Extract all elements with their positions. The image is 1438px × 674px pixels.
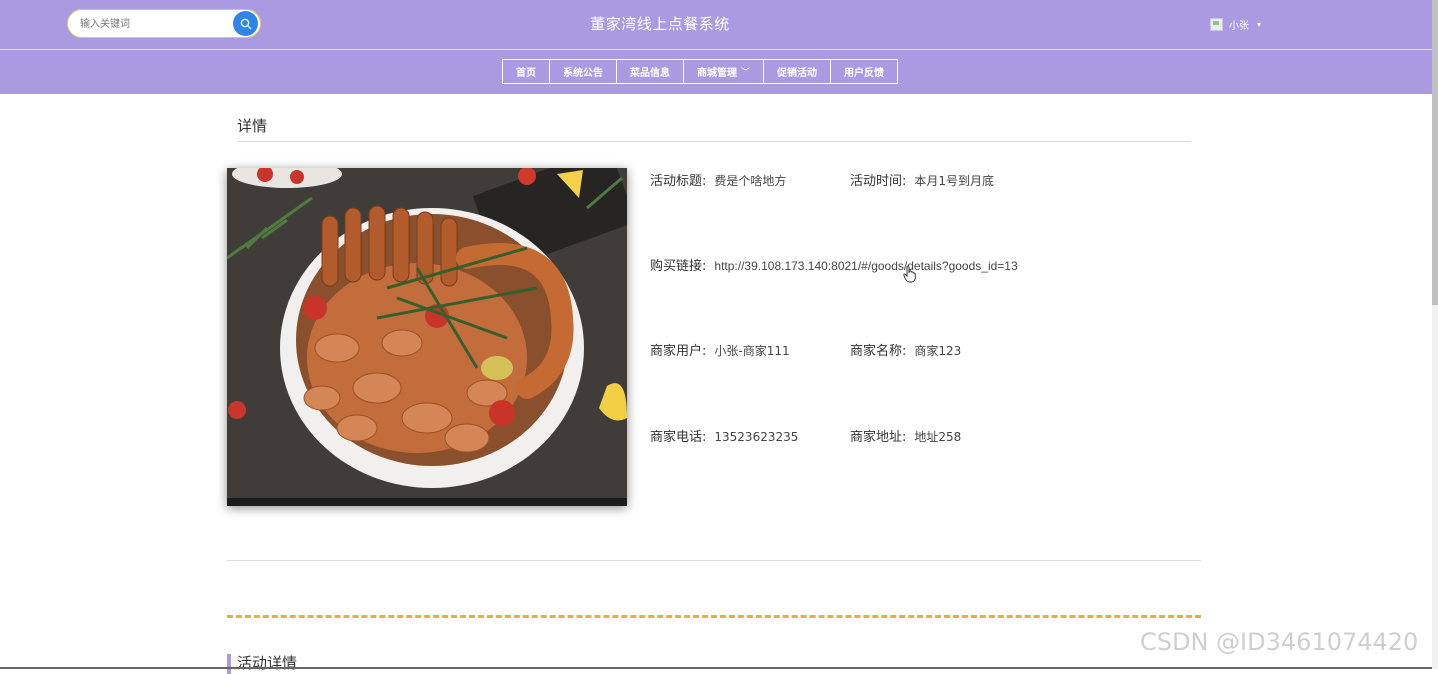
- search-input[interactable]: [80, 16, 230, 32]
- watermark: CSDN @ID3461074420: [1140, 628, 1419, 656]
- user-menu[interactable]: 小张 ▾: [1210, 16, 1261, 32]
- field-label: 活动标题:: [650, 174, 707, 189]
- field-label: 商家地址:: [850, 430, 907, 445]
- field-value: 小张-商家111: [714, 344, 790, 358]
- nav-item-label: 系统公告: [563, 68, 603, 79]
- nav-item-label: 菜品信息: [630, 68, 670, 79]
- caret-down-icon: ▾: [1257, 19, 1262, 29]
- field-value: 费是个啥地方: [714, 174, 787, 188]
- field-value: 13523623235: [714, 430, 799, 444]
- field-label: 购买链接:: [650, 259, 707, 274]
- scrollbar-thumb[interactable]: [1432, 0, 1438, 305]
- field-merchant-address: 商家地址: 地址258: [850, 426, 961, 445]
- field-value: 地址258: [914, 430, 962, 444]
- activity-image: [227, 168, 627, 506]
- dashed-separator: [227, 615, 1201, 618]
- food-bowl-illustration: [227, 168, 627, 506]
- title-divider: [237, 141, 1191, 142]
- chevron-down-icon: ﹀: [741, 68, 751, 78]
- activity-details-title: 活动详情: [227, 654, 297, 674]
- nav-item-promotions[interactable]: 促销活动: [763, 59, 832, 84]
- field-activity-title: 活动标题: 费是个啥地方: [650, 170, 786, 189]
- field-label: 商家电话:: [650, 430, 707, 445]
- page-scrollbar[interactable]: [1432, 0, 1438, 669]
- main-nav: 首页 系统公告 菜品信息 商城管理 ﹀ 促销活动 用户反馈: [0, 50, 1432, 94]
- content-divider: [227, 560, 1201, 561]
- nav-item-label: 用户反馈: [844, 68, 885, 79]
- nav-item-label: 商城管理: [697, 68, 737, 79]
- top-header: 董家湾线上点餐系统 小张 ▾: [0, 0, 1432, 50]
- field-label: 商家用户:: [650, 344, 707, 359]
- nav-item-announcements[interactable]: 系统公告: [549, 59, 617, 84]
- field-value: 商家123: [914, 344, 962, 358]
- field-purchase-link: 购买链接: http://39.108.173.140:8021/#/goods/…: [650, 255, 1018, 274]
- nav-item-home[interactable]: 首页: [502, 59, 550, 84]
- purchase-link[interactable]: http://39.108.173.140:8021/#/goods/detai…: [714, 259, 1017, 273]
- search-button[interactable]: [233, 11, 258, 36]
- avatar: [1210, 17, 1223, 31]
- field-label: 活动时间:: [850, 174, 907, 189]
- nav-item-feedback[interactable]: 用户反馈: [830, 59, 899, 84]
- nav-item-mall-management[interactable]: 商城管理 ﹀: [683, 59, 765, 84]
- field-activity-time: 活动时间: 本月1号到月底: [850, 170, 994, 189]
- field-value: 本月1号到月底: [914, 174, 995, 188]
- nav-item-label: 首页: [516, 68, 536, 79]
- username: 小张: [1229, 20, 1249, 32]
- search-box: [67, 9, 261, 38]
- field-label: 商家名称:: [850, 344, 907, 359]
- hand-cursor-icon: [903, 265, 916, 283]
- field-merchant-name: 商家名称: 商家123: [850, 340, 961, 359]
- site-title: 董家湾线上点餐系统: [590, 15, 730, 33]
- nav-item-label: 促销活动: [777, 68, 818, 79]
- field-merchant-user: 商家用户: 小张-商家111: [650, 340, 790, 359]
- nav-item-dishes[interactable]: 菜品信息: [616, 59, 684, 84]
- field-merchant-phone: 商家电话: 13523623235: [650, 426, 798, 445]
- search-icon: [240, 18, 251, 29]
- section-title: 详情: [237, 117, 268, 135]
- nav-list: 首页 系统公告 菜品信息 商城管理 ﹀ 促销活动 用户反馈: [502, 59, 899, 84]
